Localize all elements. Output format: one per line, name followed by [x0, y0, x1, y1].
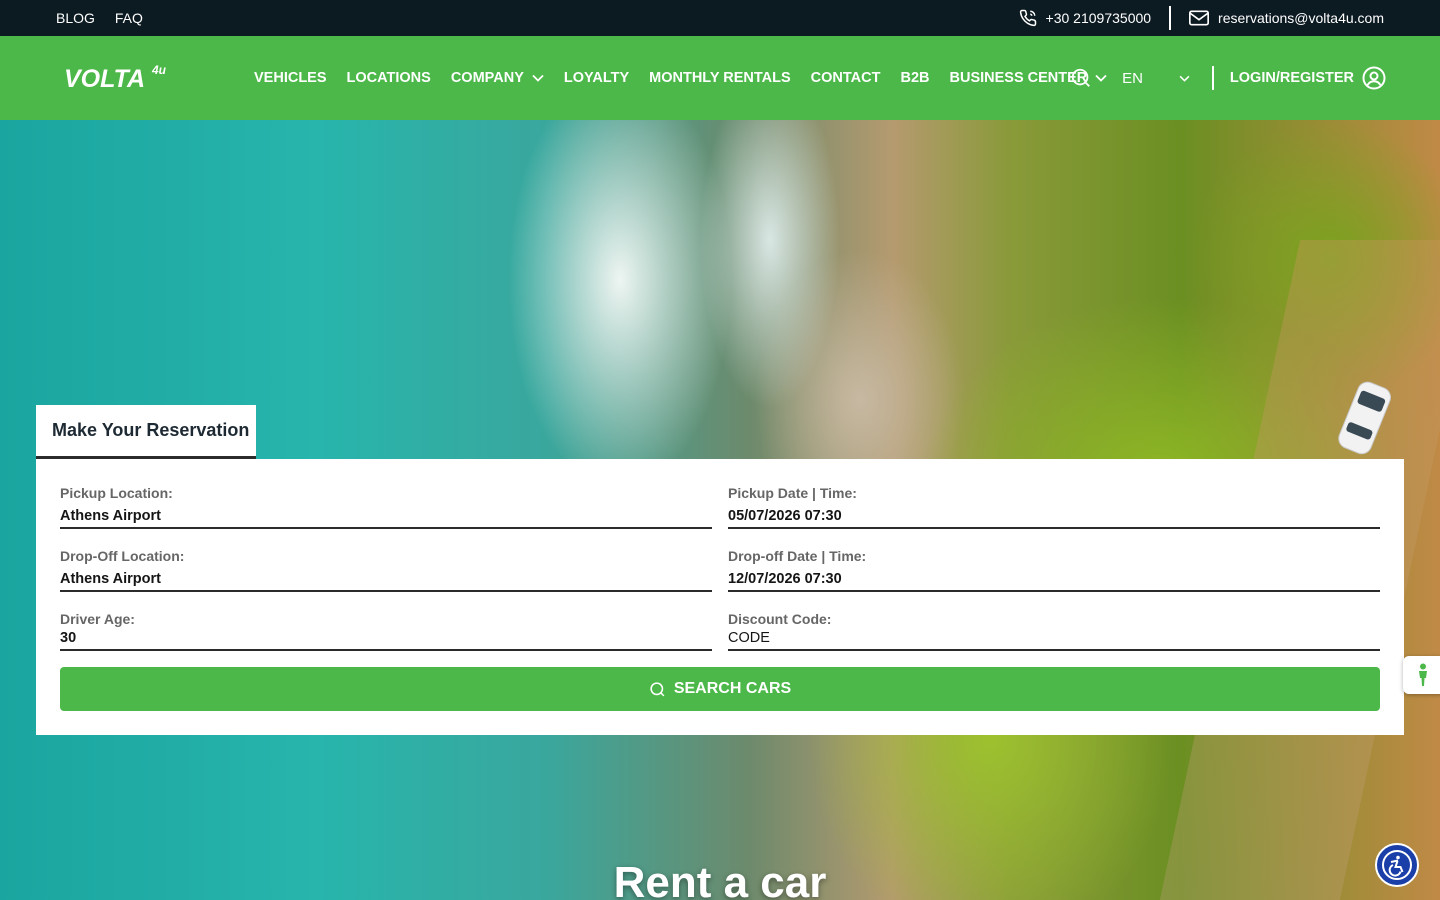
dropoff-datetime-field[interactable]: Drop-off Date | Time: 12/07/2026 07:30 [728, 548, 1380, 592]
hero-title: Rent a car [613, 858, 827, 900]
driver-age-value[interactable]: 30 [60, 630, 712, 651]
search-cars-button[interactable]: SEARCH CARS [60, 667, 1380, 711]
nav-item-monthly-rentals[interactable]: MONTHLY RENTALS [649, 70, 791, 86]
pickup-location-label: Pickup Location: [60, 485, 173, 501]
search-icon[interactable] [1070, 67, 1092, 89]
discount-code-input[interactable]: CODE [728, 630, 1380, 651]
dropoff-datetime-value[interactable]: 12/07/2026 07:30 [728, 571, 1380, 592]
dropoff-location-label: Drop-Off Location: [60, 548, 185, 564]
reservation-tab-title: Make Your Reservation [52, 420, 250, 440]
search-icon [650, 681, 665, 696]
nav-item-label: B2B [900, 70, 930, 86]
search-cars-label: SEARCH CARS [673, 680, 792, 697]
top-bar-contact: +30 2109735000 reservations@volta4u.com [1019, 0, 1384, 36]
nav-item-label: COMPANY [450, 70, 524, 86]
logo-superscript: 4u [151, 63, 167, 77]
accessibility-icon [1382, 850, 1412, 880]
nav-item-vehicles[interactable]: VEHICLES [254, 70, 327, 86]
nav-actions: EN LOGIN/REGISTER [1070, 36, 1386, 120]
nav-item-label: LOCATIONS [346, 70, 431, 86]
volta-logo[interactable]: VOLTA 4u [64, 62, 176, 94]
nav-item-loyalty[interactable]: LOYALTY [564, 70, 629, 86]
nav-menu: VEHICLES LOCATIONS COMPANY LOYALTY MONTH… [254, 36, 1107, 120]
person-icon [1419, 663, 1427, 686]
top-bar: BLOG FAQ +30 2109735000 reservations@vol… [0, 0, 1440, 36]
driver-age-label: Driver Age: [60, 611, 135, 627]
email-contact[interactable]: reservations@volta4u.com [1189, 10, 1384, 26]
driver-age-field[interactable]: Driver Age: 30 [60, 611, 712, 651]
chevron-down-icon [532, 74, 544, 82]
nav-item-contact[interactable]: CONTACT [811, 70, 881, 86]
car-image [1338, 381, 1391, 455]
nav-item-company[interactable]: COMPANY [451, 70, 544, 86]
faq-link[interactable]: FAQ [115, 10, 143, 26]
logo-text: VOLTA [64, 65, 145, 93]
dropoff-location-value[interactable]: Athens Airport [60, 571, 712, 592]
mail-icon [1189, 10, 1210, 26]
pickup-datetime-label: Pickup Date | Time: [728, 485, 857, 501]
blog-link[interactable]: BLOG [56, 10, 95, 26]
pickup-location-value[interactable]: Athens Airport [60, 508, 712, 529]
email-address: reservations@volta4u.com [1218, 10, 1384, 26]
reservation-tab[interactable]: Make Your Reservation [36, 405, 256, 459]
main-navigation: VOLTA 4u VEHICLES LOCATIONS COMPANY LOYA… [0, 36, 1440, 120]
side-help-tab[interactable] [1403, 656, 1440, 694]
login-register-button[interactable]: LOGIN/REGISTER [1230, 66, 1386, 90]
phone-number: +30 2109735000 [1045, 10, 1152, 26]
nav-item-locations[interactable]: LOCATIONS [347, 70, 431, 86]
nav-item-label: VEHICLES [254, 70, 327, 86]
dropoff-datetime-label: Drop-off Date | Time: [728, 548, 867, 564]
nav-divider [1211, 66, 1214, 90]
user-icon [1362, 66, 1386, 90]
discount-code-label: Discount Code: [728, 611, 832, 627]
nav-item-label: BUSINESS CENTER [949, 70, 1088, 86]
phone-icon [1019, 9, 1036, 27]
nav-item-label: MONTHLY RENTALS [649, 70, 791, 86]
discount-code-field[interactable]: Discount Code: CODE [728, 611, 1380, 651]
accessibility-button[interactable] [1375, 843, 1419, 887]
login-label: LOGIN/REGISTER [1229, 70, 1354, 86]
phone-contact[interactable]: +30 2109735000 [1019, 9, 1152, 27]
dropoff-location-field[interactable]: Drop-Off Location: Athens Airport [60, 548, 712, 592]
nav-item-b2b[interactable]: B2B [900, 70, 929, 86]
nav-item-label: LOYALTY [563, 70, 630, 86]
language-label: EN [1122, 69, 1143, 87]
top-bar-links: BLOG FAQ [56, 0, 143, 36]
nav-item-label: CONTACT [810, 70, 881, 86]
pickup-datetime-value[interactable]: 05/07/2026 07:30 [728, 508, 1380, 529]
language-selector[interactable]: EN [1122, 70, 1190, 87]
chevron-down-icon [1179, 75, 1190, 82]
pickup-location-field[interactable]: Pickup Location: Athens Airport [60, 485, 712, 529]
reservation-form: Pickup Location: Athens Airport Pickup D… [36, 459, 1404, 735]
top-bar-divider [1169, 6, 1172, 30]
pickup-datetime-field[interactable]: Pickup Date | Time: 05/07/2026 07:30 [728, 485, 1380, 529]
